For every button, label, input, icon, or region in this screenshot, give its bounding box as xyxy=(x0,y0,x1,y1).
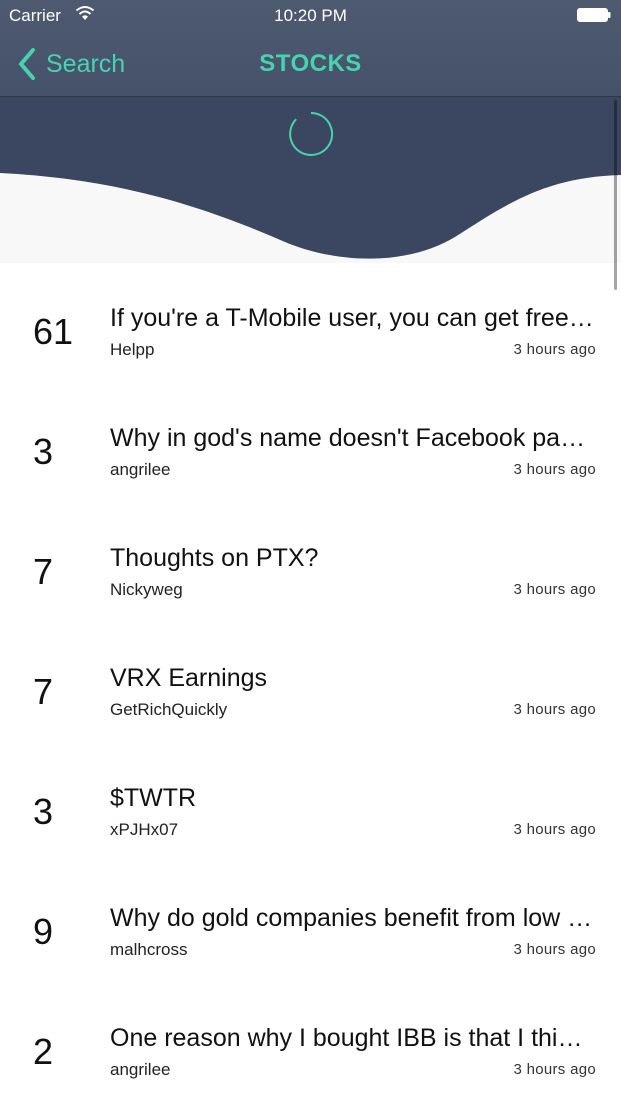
list-item[interactable]: 2 One reason why I bought IBB is that I … xyxy=(0,983,621,1103)
post-time: 3 hours ago xyxy=(513,941,596,958)
post-title: If you're a T-Mobile user, you can get f… xyxy=(110,304,596,332)
post-title: Why in god's name doesn't Facebook pay a… xyxy=(110,424,596,452)
post-time: 3 hours ago xyxy=(513,461,596,478)
list-item[interactable]: 9 Why do gold companies benefit from low… xyxy=(0,863,621,983)
post-author: GetRichQuickly xyxy=(110,700,228,719)
navigation-header: Carrier 10:20 PM Search STOCKS xyxy=(0,0,621,97)
post-time: 3 hours ago xyxy=(513,341,596,358)
post-score: 7 xyxy=(33,551,54,592)
post-score: 9 xyxy=(33,911,54,952)
status-bar: Carrier 10:20 PM xyxy=(0,0,621,32)
post-score: 3 xyxy=(33,431,54,472)
post-author: xPJHx07 xyxy=(110,820,179,839)
post-score: 3 xyxy=(33,791,54,832)
post-author: angrilee xyxy=(110,460,171,479)
post-score: 61 xyxy=(33,311,74,352)
post-title: Why do gold companies benefit from low r… xyxy=(110,904,596,932)
post-author: angrilee xyxy=(110,1060,171,1079)
battery-icon xyxy=(577,8,611,22)
post-author: Nickyweg xyxy=(110,580,183,599)
nav-bar: Search STOCKS xyxy=(0,32,621,96)
post-author: malhcross xyxy=(110,940,188,959)
scroll-indicator[interactable] xyxy=(614,100,617,290)
post-title: $TWTR xyxy=(110,784,197,812)
post-time: 3 hours ago xyxy=(513,1061,596,1078)
post-title: VRX Earnings xyxy=(110,664,268,692)
list-item[interactable]: 3 $TWTR xPJHx07 3 hours ago xyxy=(0,743,621,863)
clock-time: 10:20 PM xyxy=(274,6,347,25)
post-time: 3 hours ago xyxy=(513,581,596,598)
page-title: STOCKS xyxy=(259,50,362,77)
post-score: 2 xyxy=(33,1031,54,1072)
post-title: One reason why I bought IBB is that I th… xyxy=(110,1024,596,1052)
posts-list: 61 If you're a T-Mobile user, you can ge… xyxy=(0,263,621,1103)
post-title: Thoughts on PTX? xyxy=(110,544,319,572)
list-item[interactable]: 7 VRX Earnings GetRichQuickly 3 hours ag… xyxy=(0,623,621,743)
list-item[interactable]: 61 If you're a T-Mobile user, you can ge… xyxy=(0,263,621,383)
loading-spinner-icon xyxy=(289,111,334,156)
post-time: 3 hours ago xyxy=(513,701,596,718)
post-score: 7 xyxy=(33,671,54,712)
refresh-header xyxy=(0,97,621,263)
list-item[interactable]: 3 Why in god's name doesn't Facebook pay… xyxy=(0,383,621,503)
list-item[interactable]: 7 Thoughts on PTX? Nickyweg 3 hours ago xyxy=(0,503,621,623)
post-author: Helpp xyxy=(110,340,155,359)
post-time: 3 hours ago xyxy=(513,821,596,838)
